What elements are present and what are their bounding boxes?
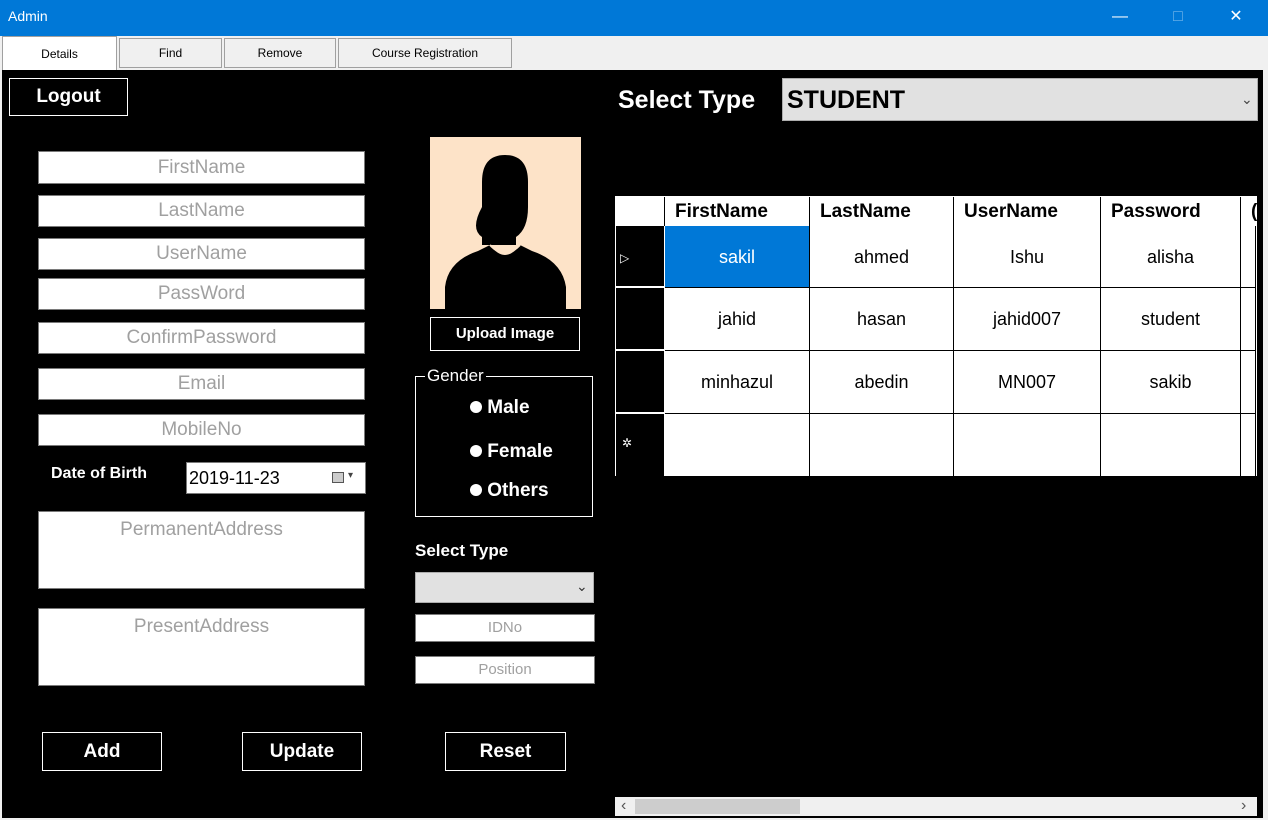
tab-course-registration[interactable]: Course Registration <box>338 38 512 68</box>
select-type-big-value: STUDENT <box>787 86 906 114</box>
tab-strip: Details Find Remove Course Registration <box>0 36 1268 70</box>
grid-cell[interactable]: sakil <box>665 226 810 288</box>
grid-cell[interactable]: sakib <box>1101 351 1241 414</box>
gender-legend: Gender <box>425 366 486 386</box>
radio-female-dot[interactable] <box>470 445 482 457</box>
grid-cell[interactable]: alisha <box>1101 226 1241 288</box>
select-type-big-label: Select Type <box>618 86 756 114</box>
calendar-icon[interactable] <box>332 472 344 483</box>
tab-find[interactable]: Find <box>119 38 222 68</box>
col-header-firstname[interactable]: FirstName <box>665 197 810 226</box>
grid-cell[interactable] <box>1241 226 1256 288</box>
firstname-field[interactable]: FirstName <box>38 151 365 184</box>
row-header[interactable]: ▷ <box>616 226 665 288</box>
radio-male-dot[interactable] <box>470 401 482 413</box>
horizontal-scrollbar[interactable]: ‹ › <box>615 797 1257 816</box>
col-header-lastname[interactable]: LastName <box>810 197 954 226</box>
dob-label: Date of Birth <box>51 465 147 482</box>
grid-cell[interactable]: jahid <box>665 288 810 351</box>
row-header[interactable] <box>616 351 665 414</box>
grid-cell[interactable] <box>954 414 1101 476</box>
logout-button[interactable]: Logout <box>9 78 128 116</box>
close-button[interactable]: ✕ <box>1213 0 1259 36</box>
window-title: Admin <box>8 8 48 24</box>
col-header-username[interactable]: UserName <box>954 197 1101 226</box>
radio-female-label: Female <box>487 441 553 462</box>
select-type-big-dropdown[interactable]: STUDENT ⌄ <box>782 78 1258 121</box>
minimize-button[interactable]: — <box>1097 0 1143 36</box>
scroll-left-arrow[interactable]: ‹ <box>621 797 626 815</box>
radio-others-dot[interactable] <box>470 484 482 496</box>
window-frame <box>1263 70 1268 820</box>
radio-male-label: Male <box>487 397 530 418</box>
tab-details[interactable]: Details <box>2 36 117 70</box>
dob-picker[interactable]: 2019-11-23 ▾ <box>186 462 366 494</box>
email-field[interactable]: Email <box>38 368 365 400</box>
username-field[interactable]: UserName <box>38 238 365 270</box>
details-panel: Logout FirstName LastName UserName PassW… <box>2 70 1263 818</box>
position-field[interactable]: Position <box>415 656 595 684</box>
maximize-button[interactable]: □ <box>1155 0 1201 36</box>
select-type-label: Select Type <box>415 541 509 560</box>
grid-cell[interactable]: hasan <box>810 288 954 351</box>
grid-cell[interactable] <box>810 414 954 476</box>
col-header-password[interactable]: Password <box>1101 197 1241 226</box>
row-header[interactable] <box>616 288 665 351</box>
mobile-field[interactable]: MobileNo <box>38 414 365 446</box>
dob-value: 2019-11-23 <box>189 468 280 488</box>
grid-cell[interactable]: student <box>1101 288 1241 351</box>
grid-cell[interactable]: ahmed <box>810 226 954 288</box>
chevron-down-icon[interactable]: ⌄ <box>576 578 588 595</box>
confirm-password-field[interactable]: ConfirmPassword <box>38 322 365 354</box>
avatar <box>430 137 581 309</box>
row-header[interactable]: ✲ <box>616 414 665 476</box>
radio-male[interactable]: Male <box>470 397 530 419</box>
grid-cell[interactable]: MN007 <box>954 351 1101 414</box>
title-bar: Admin — □ ✕ <box>0 0 1268 36</box>
col-header-next[interactable]: ( <box>1241 197 1257 226</box>
password-field[interactable]: PassWord <box>38 278 365 310</box>
reset-button[interactable]: Reset <box>445 732 566 771</box>
grid-cell[interactable]: abedin <box>810 351 954 414</box>
grid-cell[interactable]: Ishu <box>954 226 1101 288</box>
select-type-dropdown[interactable]: ⌄ <box>415 572 594 603</box>
permanent-address-field[interactable]: PermanentAddress <box>38 511 365 589</box>
chevron-down-icon[interactable]: ▾ <box>348 470 353 481</box>
radio-female[interactable]: Female <box>470 441 553 463</box>
grid-cell[interactable] <box>1241 351 1256 414</box>
idno-field[interactable]: IDNo <box>415 614 595 642</box>
grid-cell[interactable]: jahid007 <box>954 288 1101 351</box>
user-silhouette-icon <box>445 155 566 309</box>
grid-cell[interactable] <box>665 414 810 476</box>
grid-cell[interactable] <box>1241 288 1256 351</box>
add-button[interactable]: Add <box>42 732 162 771</box>
grid-cell[interactable] <box>1241 414 1256 476</box>
radio-others[interactable]: Others <box>470 480 549 502</box>
users-grid[interactable]: FirstName LastName UserName Password ( ▷… <box>615 196 1257 476</box>
scroll-right-arrow[interactable]: › <box>1241 797 1246 815</box>
chevron-down-icon[interactable]: ⌄ <box>1241 91 1253 108</box>
update-button[interactable]: Update <box>242 732 362 771</box>
scroll-thumb[interactable] <box>635 799 800 814</box>
grid-cell[interactable]: minhazul <box>665 351 810 414</box>
upload-image-button[interactable]: Upload Image <box>430 317 580 351</box>
grid-cell[interactable] <box>1101 414 1241 476</box>
grid-corner <box>616 197 665 226</box>
tab-remove[interactable]: Remove <box>224 38 336 68</box>
present-address-field[interactable]: PresentAddress <box>38 608 365 686</box>
lastname-field[interactable]: LastName <box>38 195 365 227</box>
radio-others-label: Others <box>487 480 549 501</box>
